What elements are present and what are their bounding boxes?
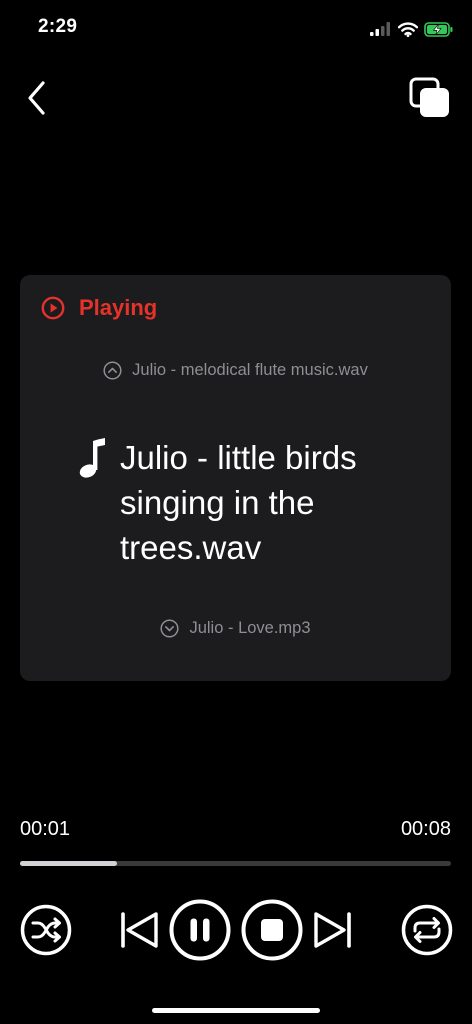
next-track-item[interactable]: Julio - Love.mp3	[20, 619, 451, 638]
music-note-icon	[79, 438, 105, 478]
copy-icon	[409, 77, 449, 117]
play-circle-icon	[41, 296, 65, 320]
previous-icon	[121, 912, 158, 948]
status-time: 2:29	[38, 16, 78, 37]
previous-track-title: Julio - melodical flute music.wav	[132, 361, 368, 379]
elapsed-time: 00:01	[20, 818, 71, 840]
chevron-left-icon	[28, 81, 45, 115]
playing-label: Playing	[79, 295, 158, 320]
stop-button[interactable]	[241, 899, 303, 961]
chevron-up-circle-icon	[103, 361, 122, 380]
previous-track-item[interactable]: Julio - melodical flute music.wav	[20, 361, 451, 380]
battery-charging-icon	[424, 21, 453, 37]
total-time: 00:08	[400, 818, 451, 840]
chevron-down-circle-icon	[160, 619, 180, 638]
back-button[interactable]	[14, 74, 58, 122]
progress-fill	[20, 861, 117, 866]
repeat-button[interactable]	[401, 904, 453, 956]
player-card: Playing Julio - melodical flute music.wa…	[20, 275, 451, 681]
next-track-title: Julio - Love.mp3	[189, 619, 311, 637]
stop-icon	[241, 899, 303, 961]
current-track-title: Julio - little birds singing in the tree…	[120, 439, 357, 566]
shuffle-button[interactable]	[20, 904, 72, 956]
copy-button[interactable]	[406, 74, 454, 122]
cellular-signal-icon	[370, 22, 390, 36]
status-icons	[370, 18, 454, 40]
previous-button[interactable]	[117, 908, 161, 952]
pause-icon	[169, 899, 231, 961]
home-indicator[interactable]	[152, 1008, 320, 1013]
wifi-icon	[398, 21, 418, 37]
shuffle-icon	[20, 904, 72, 956]
pause-button[interactable]	[169, 899, 231, 961]
repeat-icon	[401, 904, 453, 956]
next-icon	[314, 912, 351, 948]
next-button[interactable]	[311, 908, 355, 952]
progress-bar[interactable]	[20, 861, 451, 866]
current-track: Julio - little birds singing in the tree…	[78, 435, 418, 570]
playing-status: Playing	[41, 295, 157, 321]
